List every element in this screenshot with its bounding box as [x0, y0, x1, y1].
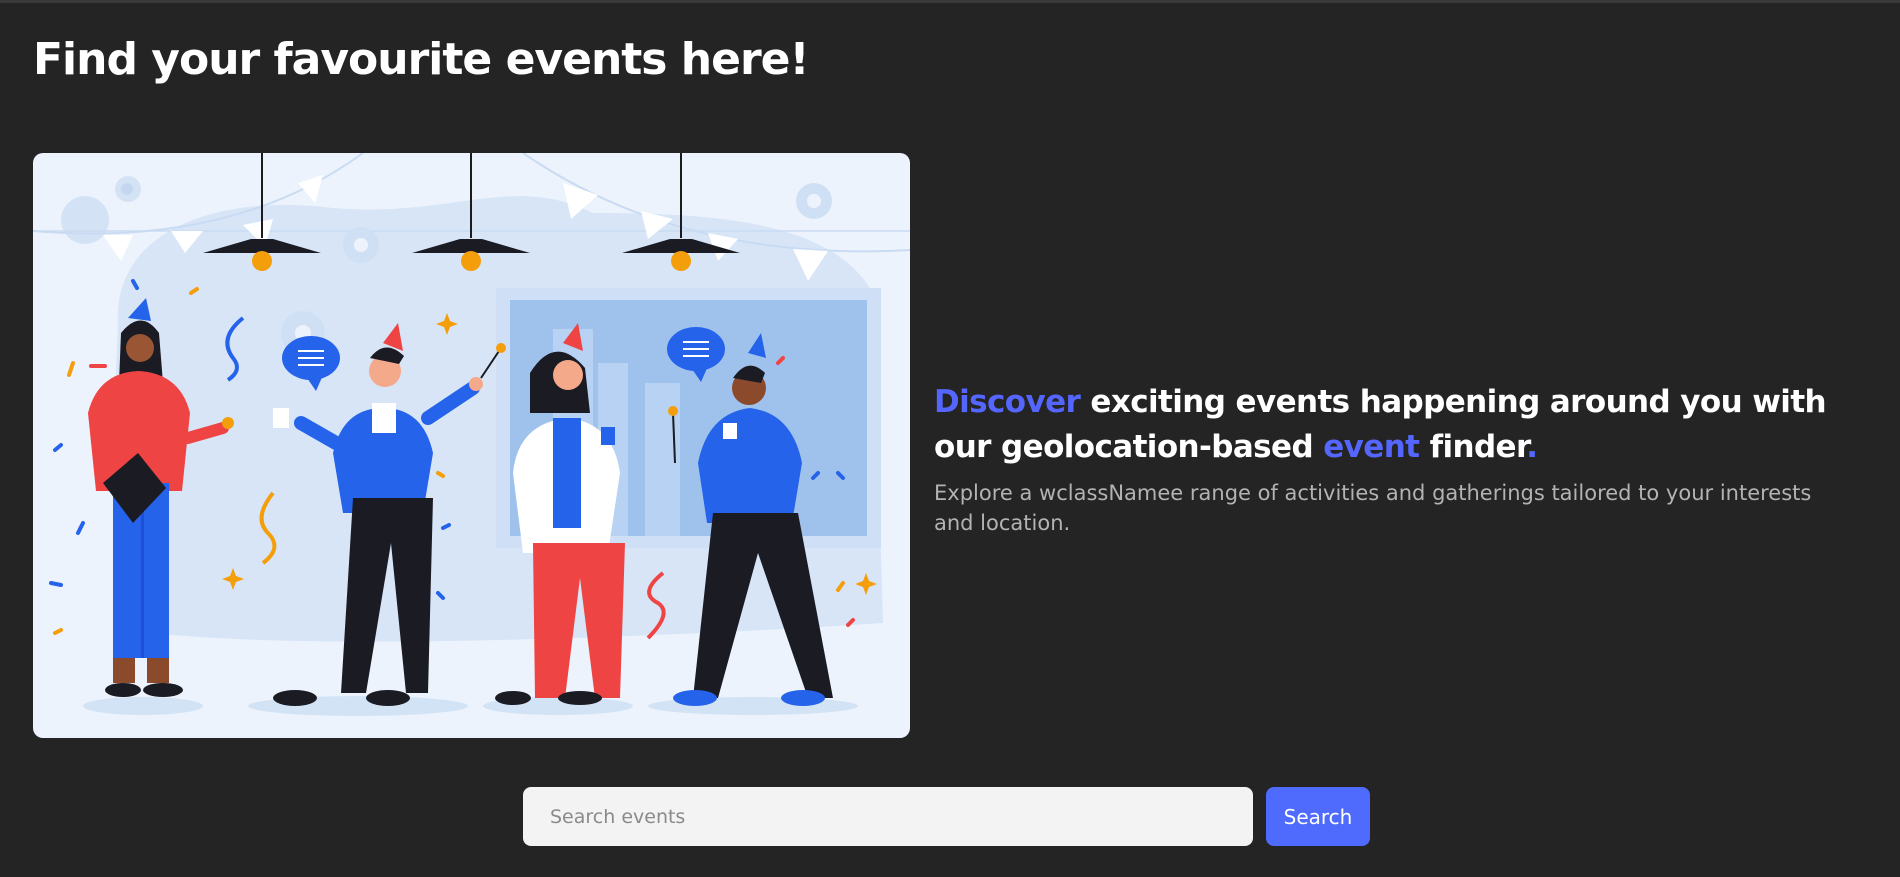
- hero-illustration: [33, 153, 910, 738]
- search-input[interactable]: [523, 787, 1253, 846]
- hero-subtext: Explore a wclassNamee range of activitie…: [934, 481, 1812, 535]
- headline-highlight-event: event: [1323, 429, 1420, 465]
- page-title: Find your favourite events here!: [33, 34, 810, 85]
- headline-highlight-discover: Discover: [934, 384, 1081, 420]
- headline-text-end: finder: [1419, 429, 1527, 465]
- hero-headline: Discover exciting events happening aroun…: [934, 380, 1834, 470]
- search-button[interactable]: Search: [1266, 787, 1370, 846]
- top-border: [0, 0, 1900, 3]
- headline-period: .: [1526, 429, 1538, 465]
